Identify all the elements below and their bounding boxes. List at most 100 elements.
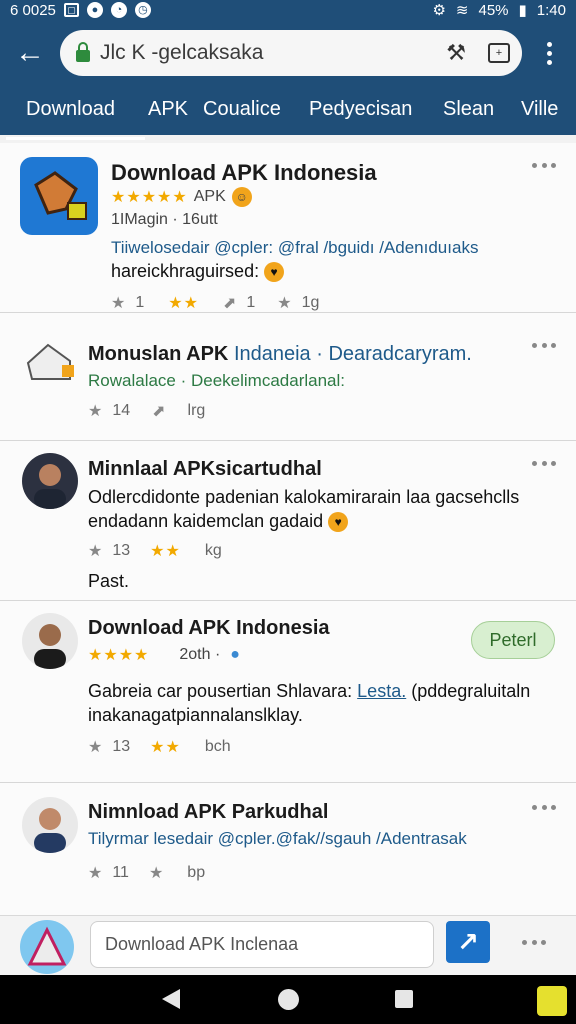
post-title[interactable]: Download APK Indonesia [111,160,377,186]
rating-stars: ★★★★ [88,647,150,664]
avatar[interactable] [22,613,78,669]
overflow-menu-icon[interactable] [522,41,576,65]
post-title-link[interactable]: Indaneia · Dearadcaryram. [234,343,472,365]
stat-value: bch [204,738,231,755]
back-arrow-icon[interactable]: ← [0,28,60,78]
status-left-text: 6 0025 [10,1,56,19]
stat-value: 13 [112,738,131,755]
screenshot-icon: ▢ [63,3,79,17]
post-card[interactable]: Minnlaal APKsicartudhal Odlercdidonte pa… [0,441,576,601]
post-meta: 1IMagin · 16utt [111,211,218,228]
avatar[interactable] [22,453,78,509]
category-tabs: Download APK Coualice Pedyecisan Slean V… [0,94,576,140]
post-body-text: hareickhraguirsed: [111,261,260,281]
share-stat-icon[interactable]: ⬈ [223,293,236,313]
post-feed[interactable]: Download APK Indonesia ★★★★★ APK ☺ 1IMag… [0,135,576,915]
rating-stars: ★★★★★ [111,189,188,206]
more-options-icon[interactable] [532,343,556,351]
battery-icon: ▮ [518,2,527,19]
stat-value: kg [204,542,222,559]
peter-button[interactable]: Peterl [471,621,555,659]
address-bar[interactable]: Jlc K -gelcaksaka ⚒ + [60,30,522,76]
stat-value: 1 [246,294,256,311]
post-title[interactable]: Monuslan APK Indaneia · Dearadcaryram. [88,343,472,366]
like-icon[interactable]: ★ [88,541,102,561]
system-navigation-bar [0,975,576,1024]
app-icon[interactable] [20,157,98,235]
more-options-icon[interactable] [532,805,556,813]
tab-slean[interactable]: Slean [443,98,494,128]
back-nav-icon[interactable] [162,989,180,1009]
browser-header: ← Jlc K -gelcaksaka ⚒ + Download APK Cou… [0,20,576,140]
home-nav-icon[interactable] [278,989,299,1010]
user-avatar[interactable] [20,920,74,974]
tab-coualice[interactable]: Coualice [203,98,281,128]
share-icon[interactable]: ⚒ [446,40,466,66]
rating-stars: ★★ [150,543,181,560]
app-shortcut-icon[interactable] [537,986,567,1016]
star-icon[interactable]: ★ [149,863,163,883]
more-options-icon[interactable] [532,163,556,171]
post-card[interactable]: Download APK Indonesia ★★★★★ APK ☺ 1IMag… [0,143,576,313]
like-icon[interactable]: ★ [88,401,102,421]
post-title[interactable]: Nimnload APK Parkudhal [88,801,328,824]
post-meta: 2oth · [179,646,221,663]
globe-icon: ● [230,646,240,663]
post-stats: ★ 13 ★★ kg [88,541,222,561]
stat-value: 11 [112,864,129,881]
tab-pedyecisan[interactable]: Pedyecisan [309,98,412,128]
post-title[interactable]: Minnlaal APKsicartudhal [88,458,322,481]
like-icon[interactable]: ★ [88,737,102,757]
status-bar: 6 0025 ▢ ● ◔ ◷ ⚙ ≋ 45% ▮ 1:40 [0,0,576,20]
emoji-icon: ☺ [231,187,252,207]
heart-emoji-icon: ♥ [264,262,285,283]
send-button[interactable]: ↗ [446,921,490,963]
comment-input[interactable]: Download APK Inclenaa [90,921,434,968]
star-icon[interactable]: ★ [111,293,125,313]
rating-row: ★★★★ 2oth · ● [88,645,240,665]
heart-emoji-icon: ♥ [328,512,349,533]
tab-switcher-icon[interactable]: + [488,43,510,63]
post-card[interactable]: Monuslan APK Indaneia · Dearadcaryram. R… [0,313,576,441]
more-options-icon[interactable] [532,461,556,469]
tab-apk[interactable]: APK [148,98,188,128]
rating-label: APK [193,188,226,205]
rating-stars: ★★ [168,295,199,312]
wifi-icon: ≋ [455,2,469,19]
post-body-suffix: (pddegraluitaln [411,681,531,701]
post-card[interactable]: Nimnload APK Parkudhal Tilyrmar lesedair… [0,783,576,915]
lock-icon [76,41,90,62]
post-body-line-2: inakanagatpiannalanslklay. [88,705,303,725]
alarm-icon: ◔ [110,2,127,18]
tab-ville[interactable]: Ville [521,98,558,128]
rating-stars: ★★ [150,739,181,756]
time: 1:40 [536,1,566,19]
building-icon [22,335,78,391]
share-stat-icon[interactable]: ⬈ [152,401,165,421]
post-stats: ★ 13 ★★ bch [88,737,231,757]
post-stats: ★ 11 ★ bp [88,863,205,883]
post-stats: ★ 14 ⬈ lrg [88,401,205,421]
profile-notification-icon: ● [86,2,103,18]
post-title-text[interactable]: Monuslan APK [88,343,228,365]
stat-value: lrg [187,402,206,419]
avatar[interactable] [22,797,78,853]
battery-text: 45% [478,1,509,19]
star-outline-icon[interactable]: ★ [277,293,291,313]
post-link[interactable]: Tilyrmar lesedair @cpler.@fak//sgauh /Ad… [88,829,467,849]
post-body-link[interactable]: Lesta. [357,681,406,701]
post-title[interactable]: Download APK Indonesia [88,617,330,640]
post-footer: Past. [88,571,130,591]
post-body-prefix: Gabreia car pousertian Shlavara: [88,681,353,701]
tab-download[interactable]: Download [6,98,145,140]
comment-bar: Download APK Inclenaa ↗ [0,915,576,975]
like-icon[interactable]: ★ [88,863,102,883]
post-green-line[interactable]: Rowalalace · Deekelimcadarlanal: [88,371,345,391]
stat-value: 1 [135,294,145,311]
recents-nav-icon[interactable] [395,990,413,1008]
post-link[interactable]: Tiiwelosedair @cpler: @fral /bguidı /Ade… [111,238,478,258]
post-body: hareickhraguirsed: ♥ [111,261,285,283]
stat-value: 1g [301,294,320,311]
more-options-icon[interactable] [522,940,546,948]
post-card[interactable]: Download APK Indonesia ★★★★ 2oth · ● Pet… [0,601,576,783]
